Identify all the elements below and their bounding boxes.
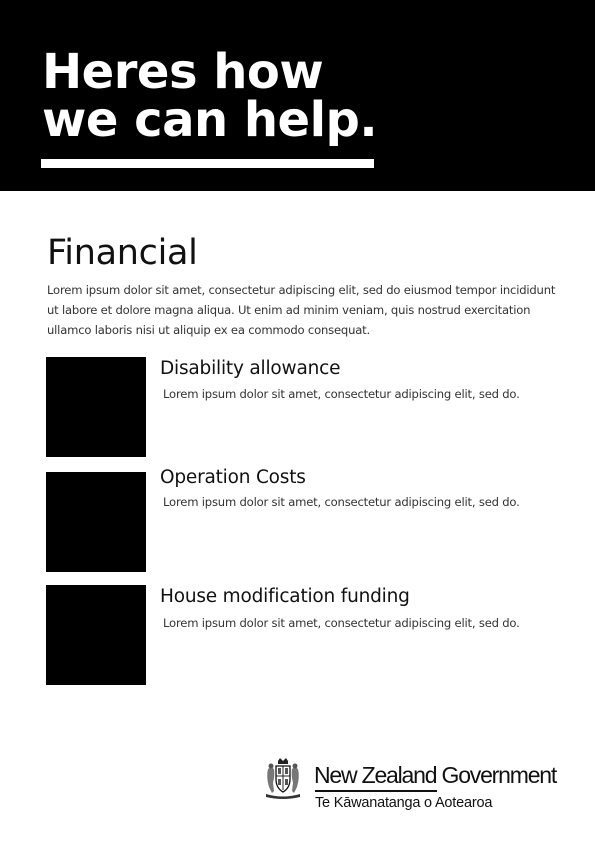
section-body-line-3: ullamco laboris nisi ut aliquip ex ea co… <box>47 323 370 337</box>
section-title: Financial <box>47 233 198 273</box>
hero-banner: Heres how we can help. <box>0 0 595 191</box>
nz-coat-of-arms-icon <box>266 758 300 799</box>
hero-title-line-1: Heres how <box>42 44 324 100</box>
section-body-line-2: ut labore et dolore magna aliqua. Ut eni… <box>47 303 531 317</box>
section-body-line-1: Lorem ipsum dolor sit amet, consectetur … <box>47 283 556 297</box>
gov-maori-name: Te Kāwanatanga o Aotearoa <box>315 795 493 811</box>
gov-underline <box>315 790 437 792</box>
item-title-house-modification-funding: House modification funding <box>160 586 410 607</box>
item-description: Lorem ipsum dolor sit amet, consectetur … <box>163 616 520 630</box>
hero-title: Heres how we can help. <box>42 44 378 148</box>
item-image-placeholder <box>46 357 146 457</box>
hero-title-line-2: we can help. <box>42 92 378 148</box>
nz-government-logo: New Zealand Government Te Kāwanatanga o … <box>262 757 572 817</box>
item-image-placeholder <box>46 585 146 685</box>
section-body: Lorem ipsum dolor sit amet, consectetur … <box>47 280 582 340</box>
item-title-disability-allowance: Disability allowance <box>160 358 341 379</box>
hero-underline <box>41 159 374 168</box>
item-description: Lorem ipsum dolor sit amet, consectetur … <box>163 387 520 401</box>
item-description: Lorem ipsum dolor sit amet, consectetur … <box>163 495 520 509</box>
item-title-operation-costs: Operation Costs <box>160 467 306 488</box>
item-image-placeholder <box>46 472 146 572</box>
gov-name: New Zealand Government <box>314 762 557 788</box>
